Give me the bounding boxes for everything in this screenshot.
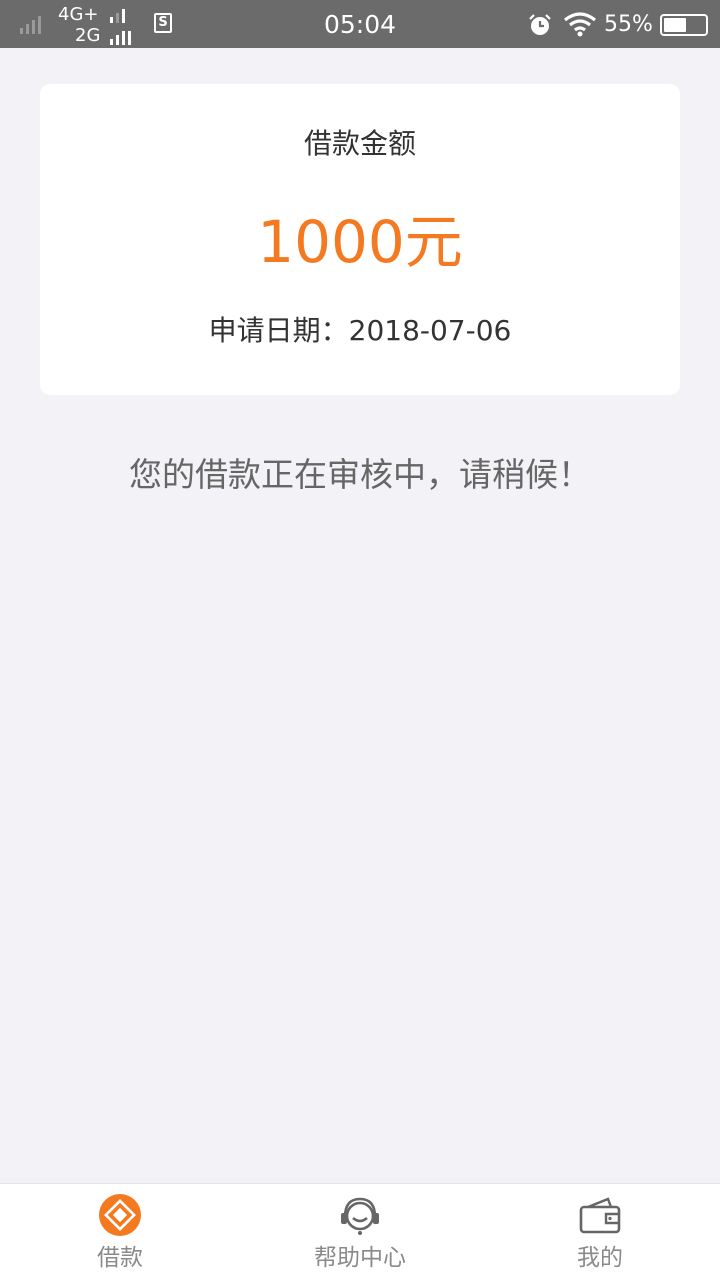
application-date: 申请日期：2018-07-06 [208, 314, 512, 347]
loan-amount-value: 1000元 [257, 208, 463, 276]
loan-icon [99, 1194, 141, 1236]
status-bar: 4G+ 2G S 05:04 55% [0, 0, 720, 48]
headset-icon [341, 1197, 379, 1235]
loan-amount-title: 借款金额 [303, 127, 416, 160]
battery-level-fill [664, 18, 686, 32]
wifi-icon [564, 12, 596, 37]
nav-tab-mine[interactable]: 我的 [480, 1184, 720, 1281]
battery-icon [660, 14, 708, 36]
alarm-icon [529, 14, 551, 35]
nav-tab-loan[interactable]: 借款 [0, 1184, 240, 1281]
nav-label-help-center: 帮助中心 [314, 1245, 406, 1271]
review-status-message: 您的借款正在审核中，请稍候！ [129, 455, 591, 494]
nav-tab-help-center[interactable]: 帮助中心 [240, 1184, 480, 1281]
wallet-icon [579, 1197, 621, 1234]
bottom-navigation: 借款 帮助中心 我的 [0, 1183, 720, 1281]
battery-percent: 55% [604, 12, 653, 37]
nav-label-loan: 借款 [97, 1245, 143, 1271]
nav-label-mine: 我的 [577, 1245, 623, 1271]
